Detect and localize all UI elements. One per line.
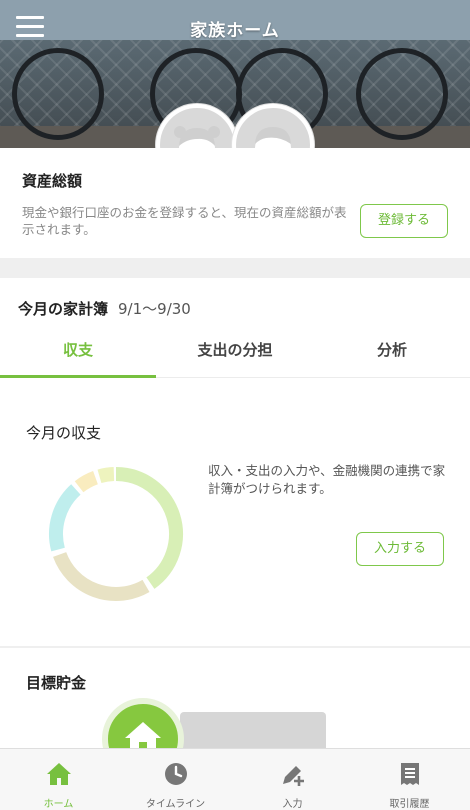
budget-header: 今月の家計簿 9/1〜9/30 [18, 298, 191, 319]
tab-income-expense[interactable]: 収支 [0, 330, 156, 378]
assets-card: 資産総額 現金や銀行口座のお金を登録すると、現在の資産総額が表示されます。 登録… [0, 148, 470, 258]
pen-plus-icon [283, 766, 304, 786]
donut-segment [74, 471, 99, 493]
donut-segment [115, 467, 183, 589]
clock-icon [165, 763, 187, 785]
donut-segment [49, 484, 81, 552]
savings-goal-card: 目標貯金 [0, 648, 470, 780]
nav-timeline[interactable]: タイムライン [117, 749, 234, 810]
header-hero: 家族ホーム [0, 0, 470, 148]
donut-segment [53, 551, 150, 601]
nav-history[interactable]: 取引履歴 [351, 749, 468, 810]
budget-card: 今月の家計簿 9/1〜9/30 収支 支出の分担 分析 今月の収支 収入・支出の入… [0, 278, 470, 646]
donut-segments [49, 467, 183, 601]
nav-timeline-label: タイムライン [145, 799, 206, 810]
nav-history-label: 取引履歴 [389, 799, 430, 810]
balance-note: 収入・支出の入力や、金融機関の連携で家計簿がつけられます。 [208, 463, 446, 496]
monthly-balance-title: 今月の収支 [26, 424, 102, 442]
home-icon [47, 763, 71, 785]
bottom-navigation: ホーム タイムライン 入力 取引履歴 [0, 748, 470, 810]
bike-wheel [356, 48, 448, 140]
balance-donut-chart [49, 467, 183, 601]
nav-home[interactable]: ホーム [0, 749, 117, 810]
savings-goal-title: 目標貯金 [26, 674, 87, 692]
budget-tabs: 収支 支出の分担 分析 [0, 330, 470, 378]
input-button[interactable]: 入力する [356, 532, 444, 566]
donut-segment [97, 467, 115, 484]
page-title: 家族ホーム [190, 21, 280, 41]
register-button[interactable]: 登録する [360, 204, 448, 238]
assets-title: 資産総額 [22, 172, 83, 190]
nav-input-label: 入力 [282, 799, 303, 810]
nav-input[interactable]: 入力 [234, 749, 351, 810]
budget-title: 今月の家計簿 [18, 300, 109, 318]
assets-description: 現金や銀行口座のお金を登録すると、現在の資産総額が表示されます。 [22, 205, 347, 237]
nav-home-label: ホーム [43, 799, 74, 810]
receipt-icon [401, 763, 419, 785]
budget-range: 9/1〜9/30 [118, 300, 191, 318]
tab-analysis[interactable]: 分析 [314, 330, 470, 378]
bike-wheel [12, 48, 104, 140]
tab-expense-share[interactable]: 支出の分担 [156, 330, 314, 378]
